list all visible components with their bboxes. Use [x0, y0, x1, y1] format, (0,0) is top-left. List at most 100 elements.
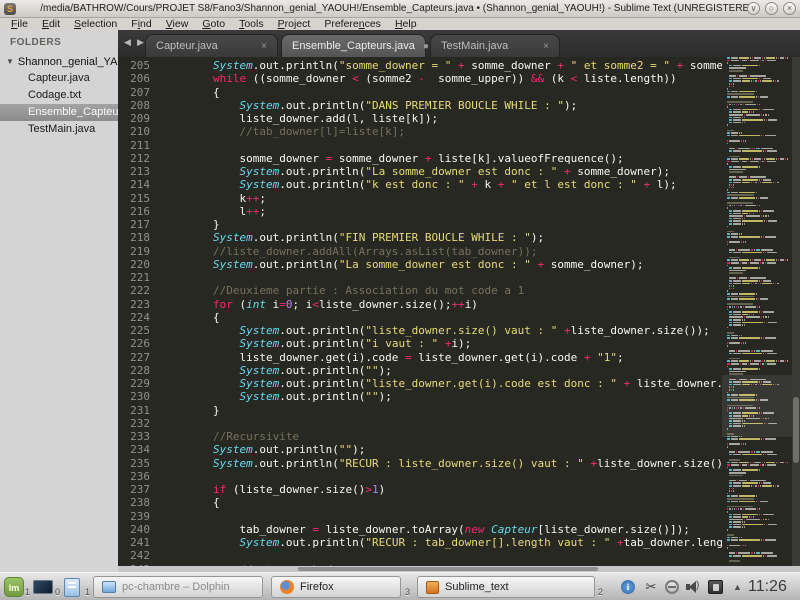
- code-line[interactable]: 219 //liste_downer.addAll(Arrays.asList(…: [118, 245, 722, 258]
- menu-find[interactable]: Find: [124, 18, 158, 30]
- menu-project[interactable]: Project: [271, 18, 318, 30]
- minimap-viewport[interactable]: [722, 375, 792, 437]
- tab-Capteur.java[interactable]: Capteur.java ×: [145, 34, 278, 57]
- line-number: 206: [130, 72, 150, 86]
- code-editor[interactable]: 205 System.out.println("somme_downer = "…: [118, 57, 800, 572]
- code-line[interactable]: 238 {: [118, 496, 722, 509]
- code-line[interactable]: 233 //Recursivite: [118, 430, 722, 443]
- menu-file[interactable]: File: [4, 18, 35, 30]
- code-line[interactable]: 224 {: [118, 311, 722, 324]
- close-icon[interactable]: ×: [261, 41, 267, 52]
- code-line[interactable]: 207 {: [118, 86, 722, 99]
- minimap-line: [722, 134, 792, 137]
- minimap-line: [722, 267, 792, 269]
- code-line[interactable]: 214 System.out.println("k est donc : " +…: [118, 178, 722, 191]
- code-line[interactable]: 209 liste_downer.add(l, liste[k]);: [118, 112, 722, 125]
- code-line[interactable]: 241 System.out.println("RECUR : tab_down…: [118, 536, 722, 549]
- code-line[interactable]: 211: [118, 139, 722, 152]
- code-line[interactable]: 236: [118, 470, 722, 483]
- code-line[interactable]: 237 if (liste_downer.size()>1): [118, 483, 722, 496]
- chevron-down-icon[interactable]: ▼: [6, 57, 14, 66]
- volume-tray-icon[interactable]: ): [685, 579, 701, 595]
- code-line[interactable]: 210 //tab_downer[l]=liste[k];: [118, 125, 722, 138]
- panel-expand-arrow-icon[interactable]: ▲: [733, 582, 742, 592]
- menu-goto[interactable]: Goto: [195, 18, 232, 30]
- line-number: 213: [130, 165, 150, 178]
- tab-Ensemble_Capteurs.java[interactable]: Ensemble_Capteurs.java ●: [281, 34, 429, 57]
- vertical-scrollbar[interactable]: [792, 57, 800, 566]
- minimap-line: [722, 316, 792, 318]
- code-line[interactable]: 220 System.out.println("La somme_downer …: [118, 258, 722, 271]
- clock[interactable]: 11:26: [748, 573, 787, 600]
- notifications-tray-icon[interactable]: i: [620, 579, 636, 595]
- code-line[interactable]: 232: [118, 417, 722, 430]
- code-line[interactable]: 230 System.out.println("");: [118, 390, 722, 403]
- network-tray-icon[interactable]: [664, 579, 680, 595]
- menu-tools[interactable]: Tools: [232, 18, 271, 30]
- code-line[interactable]: 228 System.out.println("");: [118, 364, 722, 377]
- code-line[interactable]: 231 }: [118, 404, 722, 417]
- menu-edit[interactable]: Edit: [35, 18, 67, 30]
- code-line[interactable]: 208 System.out.println("DANS PREMIER BOU…: [118, 99, 722, 112]
- minimap-line: [722, 542, 792, 544]
- code-line[interactable]: 239: [118, 510, 722, 523]
- line-number: 218: [130, 231, 150, 245]
- sidebar-file-Capteur.java[interactable]: Capteur.java: [0, 70, 118, 87]
- show-desktop-button[interactable]: [31, 575, 55, 599]
- close-button[interactable]: ×: [783, 2, 796, 15]
- code-line[interactable]: 234 System.out.println("");: [118, 443, 722, 456]
- maximize-button[interactable]: ○: [765, 2, 778, 15]
- window-titlebar[interactable]: S /media/BATHROW/Cours/PROJET S8/Fano3/S…: [0, 0, 800, 18]
- close-icon[interactable]: ×: [543, 41, 549, 52]
- task-button-firefox[interactable]: Firefox: [271, 576, 401, 598]
- code-line[interactable]: 213 System.out.println("La somme_downer …: [118, 165, 722, 178]
- minimize-button[interactable]: ∨: [747, 2, 760, 15]
- minimap-line: [722, 318, 792, 321]
- code-line[interactable]: 240 tab_downer = liste_downer.toArray(ne…: [118, 523, 722, 536]
- task-button-dolphin[interactable]: pc-chambre – Dolphin: [93, 576, 263, 598]
- code-line[interactable]: 206 while ((somme_downer < (somme2 - som…: [118, 72, 722, 85]
- tab-TestMain.java[interactable]: TestMain.java ×: [430, 34, 560, 57]
- code-area[interactable]: 205 System.out.println("somme_downer = "…: [118, 59, 722, 572]
- code-line[interactable]: 222 //Deuxieme partie : Association du m…: [118, 284, 722, 297]
- code-line[interactable]: 227 liste_downer.get(i).code = liste_dow…: [118, 351, 722, 364]
- code-line[interactable]: 218 System.out.println("FIN PREMIER BOUC…: [118, 231, 722, 244]
- folder-view-button[interactable]: [60, 575, 84, 599]
- sidebar-root-folder[interactable]: ▼ Shannon_genial_YAOUH!: [0, 53, 118, 70]
- code-line[interactable]: 212 somme_downer = somme_downer + liste[…: [118, 152, 722, 165]
- menu-view[interactable]: View: [159, 18, 196, 30]
- clipboard-tray-icon[interactable]: ✂: [643, 579, 659, 595]
- minimap-line: [722, 449, 792, 451]
- code-line[interactable]: 217 }: [118, 218, 722, 231]
- code-line[interactable]: 205 System.out.println("somme_downer = "…: [118, 59, 722, 72]
- task-button-sublime[interactable]: Sublime_text: [417, 576, 595, 598]
- minimap-line: [722, 313, 792, 316]
- code-line[interactable]: 229 System.out.println("liste_downer.get…: [118, 377, 722, 390]
- device-notifier-tray-icon[interactable]: [707, 579, 723, 595]
- code-line[interactable]: 225 System.out.println("liste_downer.siz…: [118, 324, 722, 337]
- code-line[interactable]: 235 System.out.println("RECUR : liste_do…: [118, 457, 722, 470]
- tab-scroll-right-icon[interactable]: ▶: [137, 37, 144, 48]
- tab-scroll-left-icon[interactable]: ◀: [124, 37, 131, 48]
- minimap[interactable]: [722, 57, 792, 572]
- horizontal-scrollbar-thumb[interactable]: [298, 567, 598, 571]
- menu-selection[interactable]: Selection: [67, 18, 124, 30]
- sidebar-file-Ensemble_Capteurs.java[interactable]: Ensemble_Capteurs.java: [0, 104, 118, 121]
- task-badge: 3: [405, 587, 411, 597]
- code-line[interactable]: 223 for (int i=0; i<liste_downer.size();…: [118, 298, 722, 311]
- vertical-scrollbar-thumb[interactable]: [793, 397, 799, 463]
- menu-preferences[interactable]: Preferences: [317, 18, 388, 30]
- task-label: Sublime_text: [445, 581, 509, 593]
- menu-help[interactable]: Help: [388, 18, 424, 30]
- sidebar-file-Codage.txt[interactable]: Codage.txt: [0, 87, 118, 104]
- minimap-line: [722, 370, 792, 373]
- sidebar-file-TestMain.java[interactable]: TestMain.java: [0, 121, 118, 138]
- code-line[interactable]: 226 System.out.println("i vaut : " +i);: [118, 337, 722, 350]
- code-line[interactable]: 215 k++;: [118, 192, 722, 205]
- code-line[interactable]: 242: [118, 549, 722, 562]
- code-line[interactable]: 221: [118, 271, 722, 284]
- minimap-line: [722, 215, 792, 217]
- mint-menu-button[interactable]: lm: [2, 575, 26, 599]
- code-line[interactable]: 216 l++;: [118, 205, 722, 218]
- modified-dot-icon[interactable]: ●: [423, 41, 429, 52]
